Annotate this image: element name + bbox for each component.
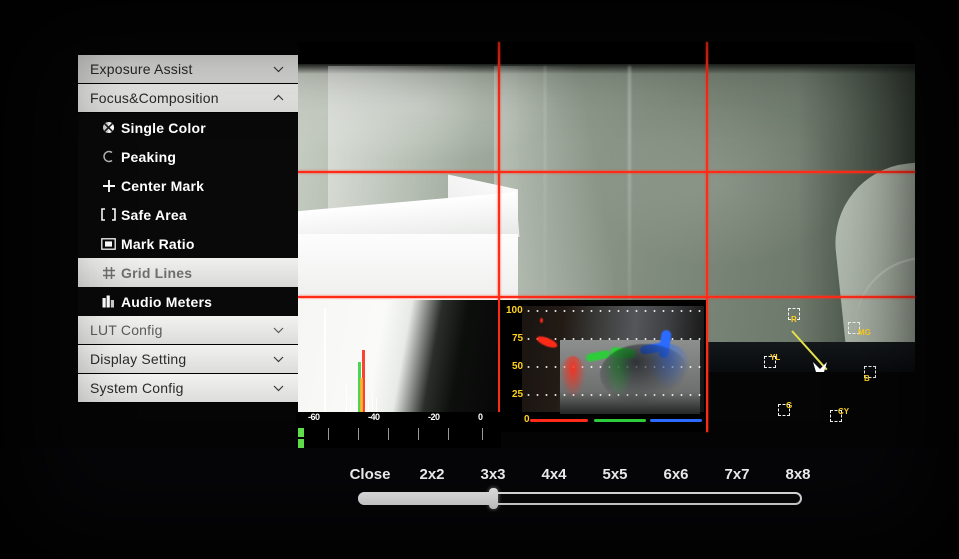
menu-item-label: Focus&Composition — [90, 90, 219, 106]
vectorscope-target-label-mg: MG — [858, 328, 871, 337]
chevron-up-icon[interactable] — [273, 93, 284, 104]
vectorscope-target-label-g: G — [786, 401, 793, 410]
audio-meter-tick — [358, 428, 359, 440]
histogram-spike — [368, 400, 369, 412]
chevron-down-icon[interactable] — [273, 354, 284, 365]
grid-size-slider[interactable]: Close 2x2 3x3 4x4 5x5 6x6 7x7 8x8 — [350, 466, 811, 536]
grid-size-option-4x4[interactable]: 4x4 — [541, 466, 566, 483]
audio-scale-label: -20 — [428, 412, 440, 422]
menu-item-single-color[interactable]: Single Color — [78, 113, 298, 142]
menu-item-label: Single Color — [121, 119, 206, 136]
menu-item-label: Safe Area — [121, 206, 187, 223]
grid-size-option-close[interactable]: Close — [350, 466, 391, 483]
waveform-scale-label: 50 — [512, 361, 524, 372]
mark-ratio-icon — [100, 237, 117, 250]
audio-meter-overlay: -60 -40 -20 0 — [296, 300, 561, 448]
menu-item-peaking[interactable]: Peaking — [78, 142, 298, 171]
monitor-screen: -60 -40 -20 0 100 75 50 25 0 R MG YL B G… — [0, 0, 959, 559]
settings-menu[interactable]: Exposure Assist Focus&Composition Single… — [78, 55, 298, 403]
audio-scale-label: 0 — [478, 412, 483, 422]
menu-item-label: Center Mark — [121, 177, 205, 194]
grid-size-option-3x3[interactable]: 3x3 — [480, 466, 505, 483]
grid-size-option-8x8[interactable]: 8x8 — [785, 466, 810, 483]
menu-item-label: Grid Lines — [121, 264, 193, 281]
waveform-red-trace — [560, 356, 586, 398]
menu-item-label: Peaking — [121, 148, 177, 165]
grid-size-option-5x5[interactable]: 5x5 — [602, 466, 627, 483]
waveform-red-baseline — [530, 419, 588, 422]
audio-scale-label: -60 — [308, 412, 320, 422]
histogram-spike — [350, 396, 351, 412]
vectorscope-target-label-b: B — [864, 374, 870, 383]
waveform-scale-label: 100 — [506, 305, 523, 316]
audio-meter-tick — [388, 428, 389, 440]
menu-item-label: LUT Config — [90, 322, 163, 338]
waveform-gridline — [524, 310, 702, 312]
menu-item-label: Mark Ratio — [121, 235, 195, 252]
chevron-down-icon[interactable] — [273, 383, 284, 394]
vectorscope-overlay: R MG YL B G CY — [706, 300, 915, 432]
grid-size-option-2x2[interactable]: 2x2 — [419, 466, 444, 483]
vectorscope-target-label-yl: YL — [770, 353, 781, 362]
menu-item-system-config[interactable]: System Config — [78, 374, 298, 403]
slider-track-fill — [358, 492, 493, 505]
waveform-scale-label: 25 — [512, 389, 524, 400]
audio-scale-label: -40 — [368, 412, 380, 422]
chevron-down-icon[interactable] — [273, 64, 284, 75]
center-mark-icon — [100, 179, 117, 193]
grid-line-horizontal-2 — [298, 296, 915, 298]
vectorscope-cursor-icon — [813, 362, 827, 372]
waveform-luma-noise — [600, 344, 690, 404]
vectorscope-target-label-r: R — [791, 315, 797, 324]
chevron-down-icon[interactable] — [273, 325, 284, 336]
grid-line-horizontal-1 — [298, 171, 915, 173]
audio-level-channel-1 — [298, 428, 304, 437]
histogram-spike — [354, 402, 355, 412]
waveform-red-trace — [540, 318, 543, 323]
menu-item-display-setting[interactable]: Display Setting — [78, 345, 298, 374]
menu-item-label: Display Setting — [90, 351, 187, 367]
histogram-overlay — [298, 300, 498, 412]
audio-meters-icon — [100, 295, 117, 308]
grid-size-option-6x6[interactable]: 6x6 — [663, 466, 688, 483]
histogram-marker-line — [324, 308, 326, 412]
waveform-blue-baseline — [650, 419, 702, 422]
grid-lines-icon — [100, 266, 117, 280]
menu-item-grid-lines[interactable]: Grid Lines — [78, 258, 298, 287]
menu-item-label: System Config — [90, 380, 184, 396]
audio-meter-tick — [418, 428, 419, 440]
menu-item-audio-meters[interactable]: Audio Meters — [78, 287, 298, 316]
waveform-scale-label: 0 — [524, 414, 530, 425]
vectorscope-target-label-cy: CY — [838, 407, 850, 416]
waveform-scale-label: 75 — [512, 333, 524, 344]
grid-size-control-bar: Close 2x2 3x3 4x4 5x5 6x6 7x7 8x8 — [0, 448, 959, 559]
menu-item-center-mark[interactable]: Center Mark — [78, 171, 298, 200]
histogram-spike — [346, 384, 347, 412]
audio-meter-tick — [328, 428, 329, 440]
safe-area-icon — [100, 208, 117, 221]
audio-meter-tick — [448, 428, 449, 440]
menu-item-safe-area[interactable]: Safe Area — [78, 200, 298, 229]
menu-item-mark-ratio[interactable]: Mark Ratio — [78, 229, 298, 258]
slider-handle[interactable] — [489, 488, 498, 509]
grid-size-tick-labels: Close 2x2 3x3 4x4 5x5 6x6 7x7 8x8 — [350, 466, 811, 488]
histogram-spike — [376, 398, 377, 412]
audio-level-channel-2 — [298, 439, 304, 448]
peaking-icon — [100, 150, 117, 163]
histogram-yellow-trace — [360, 378, 363, 412]
waveform-overlay: 100 75 50 25 0 — [500, 300, 706, 432]
menu-item-exposure-assist[interactable]: Exposure Assist — [78, 55, 298, 84]
menu-item-lut-config[interactable]: LUT Config — [78, 316, 298, 345]
grid-size-option-7x7[interactable]: 7x7 — [724, 466, 749, 483]
histogram-spike — [372, 390, 373, 412]
menu-item-label: Audio Meters — [121, 293, 213, 310]
menu-item-focus-composition[interactable]: Focus&Composition — [78, 84, 298, 113]
audio-meter-scale: -60 -40 -20 0 — [296, 412, 501, 426]
single-color-icon — [100, 121, 117, 134]
frame-letterbox — [298, 42, 915, 66]
histogram-image — [298, 300, 498, 412]
menu-item-label: Exposure Assist — [90, 61, 193, 77]
waveform-green-baseline — [594, 419, 646, 422]
audio-meter-tick — [482, 428, 483, 440]
